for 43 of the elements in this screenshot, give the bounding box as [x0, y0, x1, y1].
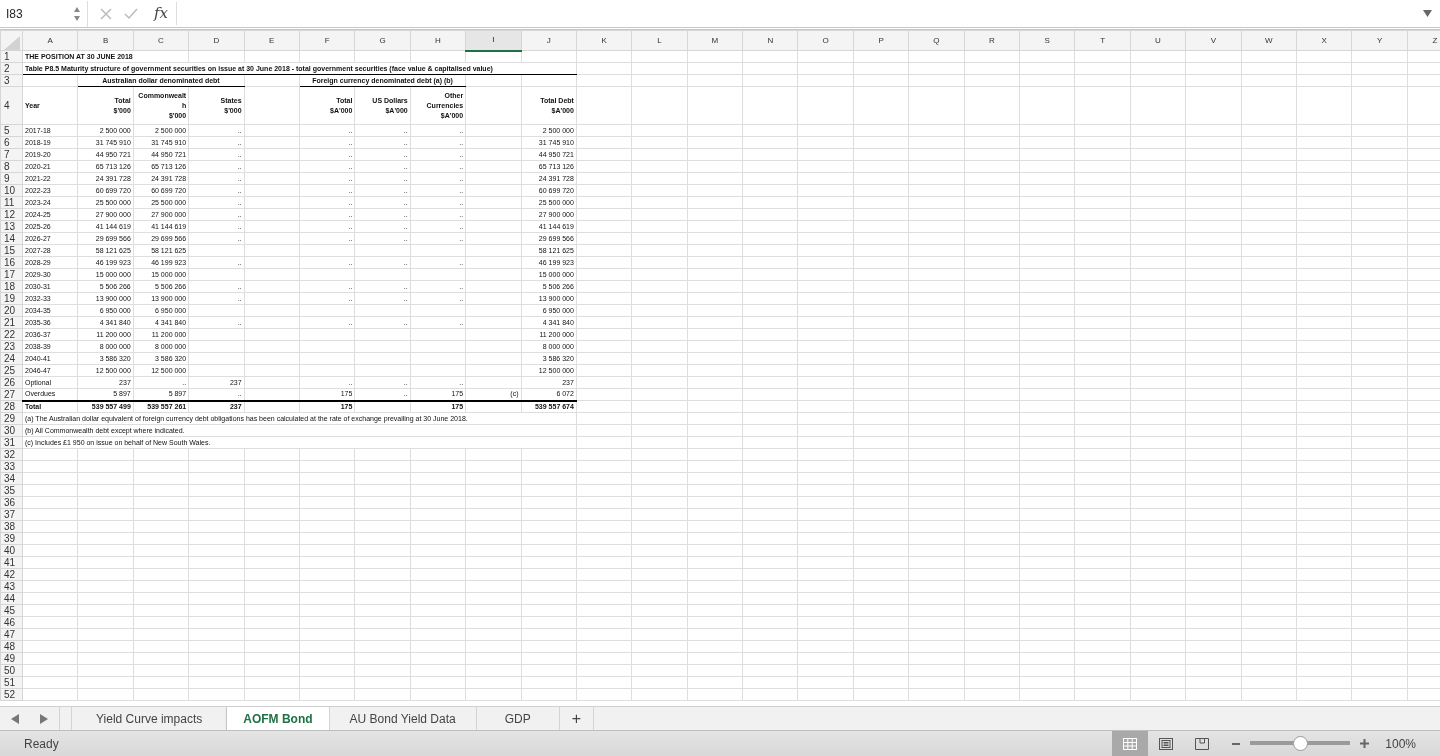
column-header[interactable]: D — [188, 30, 245, 51]
row-number[interactable]: 4 — [0, 86, 23, 125]
scroll-left-icon[interactable] — [10, 713, 19, 724]
column-header[interactable]: V — [1185, 30, 1242, 51]
column-header[interactable]: Z — [1407, 30, 1440, 51]
column-header[interactable]: I — [465, 30, 521, 51]
column-header[interactable]: R — [964, 30, 1020, 51]
name-box[interactable]: I83 — [0, 0, 88, 27]
column-header[interactable]: E — [244, 30, 300, 51]
zoom-in-icon[interactable] — [1360, 739, 1370, 748]
column-header[interactable]: K — [576, 30, 632, 51]
column-header[interactable]: U — [1130, 30, 1186, 51]
page-layout-icon — [1159, 737, 1174, 750]
spinner-icon[interactable] — [73, 5, 81, 22]
zoom-level[interactable]: 100% — [1385, 734, 1416, 753]
column-header[interactable]: L — [631, 30, 688, 51]
status-text: Ready — [24, 735, 59, 753]
column-header[interactable]: H — [410, 30, 466, 51]
column-header[interactable]: J — [521, 30, 577, 51]
column-header[interactable]: O — [797, 30, 854, 51]
zoom-out-icon[interactable] — [1232, 742, 1241, 745]
slider-thumb[interactable] — [1293, 736, 1309, 751]
column-header[interactable]: P — [853, 30, 909, 51]
column-header[interactable]: A — [22, 30, 78, 51]
column-header[interactable]: M — [687, 30, 743, 51]
column-header[interactable]: F — [299, 30, 355, 51]
column-header[interactable]: N — [742, 30, 798, 51]
column-header[interactable]: Q — [908, 30, 965, 51]
page-break-icon — [1195, 737, 1210, 750]
check-icon[interactable] — [124, 7, 138, 20]
function-button[interactable]: fx — [154, 2, 177, 25]
column-header[interactable]: X — [1296, 30, 1352, 51]
column-header[interactable]: W — [1241, 30, 1297, 51]
column-header[interactable]: G — [354, 30, 411, 51]
column-header[interactable]: T — [1074, 30, 1131, 51]
sheet-tab[interactable]: AOFM Bond — [227, 707, 330, 731]
dropdown-icon[interactable] — [1423, 10, 1432, 17]
scroll-right-icon[interactable] — [40, 713, 49, 724]
column-header[interactable]: B — [77, 30, 134, 51]
column-header[interactable]: Y — [1351, 30, 1408, 51]
column-header[interactable]: S — [1019, 30, 1075, 51]
column-header[interactable]: C — [133, 30, 189, 51]
grid-view-icon — [1123, 737, 1138, 750]
